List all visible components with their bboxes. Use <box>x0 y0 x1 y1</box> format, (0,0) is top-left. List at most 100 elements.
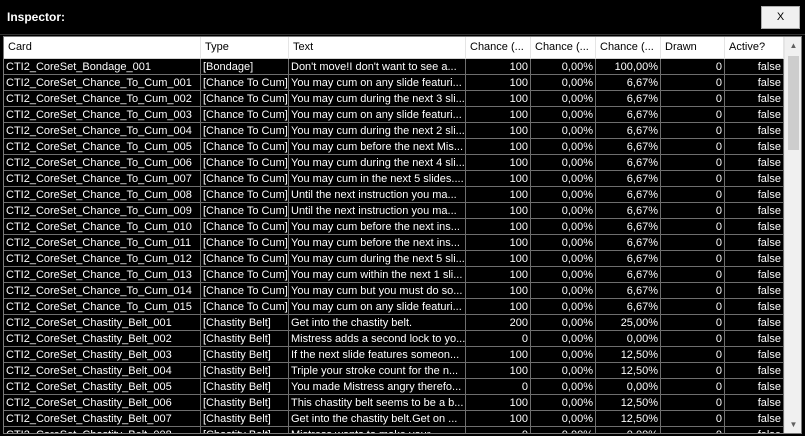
card-grid[interactable]: Card Type Text Chance (... Chance (... C… <box>3 36 802 434</box>
cell-chance-1[interactable]: 100 <box>466 395 531 411</box>
cell-chance-3[interactable]: 6,67% <box>596 283 661 299</box>
cell-card[interactable]: CTI2_CoreSet_Chastity_Belt_008 <box>4 427 201 433</box>
cell-chance-3[interactable]: 6,67% <box>596 139 661 155</box>
cell-chance-3[interactable]: 12,50% <box>596 347 661 363</box>
table-row[interactable]: CTI2_CoreSet_Chance_To_Cum_002 [Chance To… <box>4 91 784 107</box>
cell-chance-1[interactable]: 0 <box>466 331 531 347</box>
cell-text[interactable]: Until the next instruction you ma... <box>289 187 466 203</box>
cell-type[interactable]: [Bondage] <box>201 59 289 75</box>
cell-chance-2[interactable]: 0,00% <box>531 139 596 155</box>
cell-chance-2[interactable]: 0,00% <box>531 187 596 203</box>
cell-drawn[interactable]: 0 <box>661 155 725 171</box>
cell-card[interactable]: CTI2_CoreSet_Chastity_Belt_006 <box>4 395 201 411</box>
cell-chance-2[interactable]: 0,00% <box>531 123 596 139</box>
cell-drawn[interactable]: 0 <box>661 171 725 187</box>
cell-chance-1[interactable]: 100 <box>466 411 531 427</box>
cell-text[interactable]: This chastity belt seems to be a b... <box>289 395 466 411</box>
cell-type[interactable]: [Chance To Cum] <box>201 187 289 203</box>
table-row[interactable]: CTI2_CoreSet_Chastity_Belt_003 [Chastity … <box>4 347 784 363</box>
cell-chance-1[interactable]: 100 <box>466 251 531 267</box>
cell-chance-3[interactable]: 6,67% <box>596 107 661 123</box>
cell-type[interactable]: [Chastity Belt] <box>201 379 289 395</box>
column-header-active[interactable]: Active? <box>725 37 784 59</box>
cell-drawn[interactable]: 0 <box>661 267 725 283</box>
cell-card[interactable]: CTI2_CoreSet_Chance_To_Cum_012 <box>4 251 201 267</box>
cell-chance-3[interactable]: 12,50% <box>596 363 661 379</box>
cell-active[interactable]: false <box>725 347 784 363</box>
cell-chance-3[interactable]: 6,67% <box>596 203 661 219</box>
cell-type[interactable]: [Chastity Belt] <box>201 331 289 347</box>
cell-chance-2[interactable]: 0,00% <box>531 379 596 395</box>
cell-drawn[interactable]: 0 <box>661 107 725 123</box>
column-header-text[interactable]: Text <box>289 37 466 59</box>
cell-active[interactable]: false <box>725 427 784 433</box>
cell-active[interactable]: false <box>725 363 784 379</box>
cell-card[interactable]: CTI2_CoreSet_Chance_To_Cum_015 <box>4 299 201 315</box>
cell-chance-3[interactable]: 100,00% <box>596 59 661 75</box>
cell-chance-2[interactable]: 0,00% <box>531 251 596 267</box>
cell-type[interactable]: [Chance To Cum] <box>201 139 289 155</box>
cell-active[interactable]: false <box>725 219 784 235</box>
table-row[interactable]: CTI2_CoreSet_Chance_To_Cum_007 [Chance To… <box>4 171 784 187</box>
cell-chance-2[interactable]: 0,00% <box>531 331 596 347</box>
cell-text[interactable]: You may cum during the next 5 sli... <box>289 251 466 267</box>
cell-chance-1[interactable]: 100 <box>466 219 531 235</box>
cell-active[interactable]: false <box>725 123 784 139</box>
cell-type[interactable]: [Chastity Belt] <box>201 363 289 379</box>
cell-chance-3[interactable]: 6,67% <box>596 219 661 235</box>
cell-text[interactable]: You may cum in the next 5 slides.... <box>289 171 466 187</box>
cell-chance-1[interactable]: 100 <box>466 203 531 219</box>
cell-chance-1[interactable]: 100 <box>466 235 531 251</box>
cell-chance-3[interactable]: 0,00% <box>596 427 661 433</box>
cell-chance-3[interactable]: 6,67% <box>596 251 661 267</box>
cell-drawn[interactable]: 0 <box>661 251 725 267</box>
cell-type[interactable]: [Chance To Cum] <box>201 75 289 91</box>
cell-chance-3[interactable]: 0,00% <box>596 379 661 395</box>
cell-text[interactable]: Get into the chastity belt.Get on ... <box>289 411 466 427</box>
cell-type[interactable]: [Chastity Belt] <box>201 315 289 331</box>
cell-chance-1[interactable]: 100 <box>466 155 531 171</box>
cell-drawn[interactable]: 0 <box>661 395 725 411</box>
cell-text[interactable]: You may cum during the next 3 sli... <box>289 91 466 107</box>
cell-type[interactable]: [Chance To Cum] <box>201 219 289 235</box>
cell-active[interactable]: false <box>725 107 784 123</box>
cell-active[interactable]: false <box>725 203 784 219</box>
cell-drawn[interactable]: 0 <box>661 123 725 139</box>
cell-chance-1[interactable]: 100 <box>466 139 531 155</box>
cell-chance-1[interactable]: 100 <box>466 187 531 203</box>
cell-type[interactable]: [Chastity Belt] <box>201 347 289 363</box>
cell-drawn[interactable]: 0 <box>661 187 725 203</box>
cell-active[interactable]: false <box>725 299 784 315</box>
cell-drawn[interactable]: 0 <box>661 331 725 347</box>
cell-chance-2[interactable]: 0,00% <box>531 315 596 331</box>
cell-chance-2[interactable]: 0,00% <box>531 411 596 427</box>
cell-chance-1[interactable]: 100 <box>466 123 531 139</box>
cell-chance-1[interactable]: 100 <box>466 299 531 315</box>
cell-text[interactable]: You may cum during the next 2 sli... <box>289 123 466 139</box>
cell-chance-1[interactable]: 100 <box>466 347 531 363</box>
cell-card[interactable]: CTI2_CoreSet_Chance_To_Cum_010 <box>4 219 201 235</box>
cell-chance-3[interactable]: 6,67% <box>596 155 661 171</box>
cell-chance-3[interactable]: 6,67% <box>596 171 661 187</box>
cell-chance-1[interactable]: 100 <box>466 75 531 91</box>
cell-card[interactable]: CTI2_CoreSet_Bondage_001 <box>4 59 201 75</box>
cell-drawn[interactable]: 0 <box>661 283 725 299</box>
table-row[interactable]: CTI2_CoreSet_Chance_To_Cum_013 [Chance To… <box>4 267 784 283</box>
cell-active[interactable]: false <box>725 315 784 331</box>
cell-active[interactable]: false <box>725 187 784 203</box>
column-header-chance-2[interactable]: Chance (... <box>531 37 596 59</box>
cell-text[interactable]: Don't move!I don't want to see a... <box>289 59 466 75</box>
table-row[interactable]: CTI2_CoreSet_Chance_To_Cum_012 [Chance To… <box>4 251 784 267</box>
cell-text[interactable]: You may cum before the next Mis... <box>289 139 466 155</box>
cell-chance-2[interactable]: 0,00% <box>531 59 596 75</box>
cell-active[interactable]: false <box>725 251 784 267</box>
scroll-up-icon[interactable]: ▲ <box>785 37 801 54</box>
cell-chance-3[interactable]: 6,67% <box>596 123 661 139</box>
cell-chance-2[interactable]: 0,00% <box>531 363 596 379</box>
cell-chance-1[interactable]: 0 <box>466 427 531 433</box>
cell-chance-3[interactable]: 12,50% <box>596 411 661 427</box>
cell-active[interactable]: false <box>725 155 784 171</box>
cell-active[interactable]: false <box>725 379 784 395</box>
cell-active[interactable]: false <box>725 171 784 187</box>
cell-active[interactable]: false <box>725 331 784 347</box>
